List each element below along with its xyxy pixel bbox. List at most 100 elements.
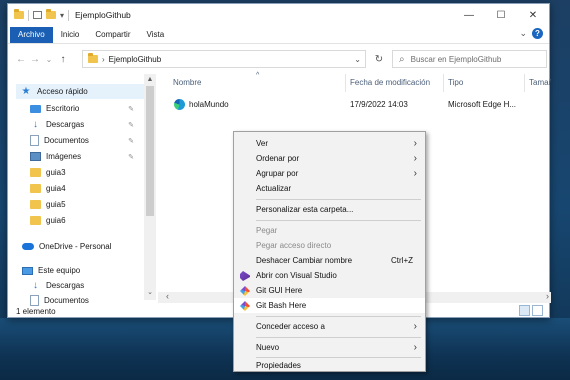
menu-item-pegar: Pegar — [234, 223, 425, 238]
column-divider[interactable] — [345, 74, 346, 92]
back-button[interactable]: ← — [14, 54, 28, 65]
column-header-nombre[interactable]: Nombre — [173, 78, 201, 87]
quick-access-toolbar: ▾ — [8, 9, 70, 21]
tab-archivo[interactable]: Archivo — [10, 26, 53, 43]
nav-item-onedrive[interactable]: OneDrive - Personal — [22, 239, 144, 254]
menu-item-actualizar[interactable]: Actualizar — [234, 181, 425, 196]
refresh-button[interactable]: ↻ — [370, 50, 388, 68]
address-bar[interactable]: › EjemploGithub ⌄ — [82, 50, 366, 68]
chevron-right-icon: › — [413, 168, 417, 179]
menu-item-deshacer[interactable]: Deshacer Cambiar nombre Ctrl+Z — [234, 253, 425, 268]
menu-item-git-bash[interactable]: Git Bash Here — [234, 298, 425, 313]
menu-item-ordenar-por[interactable]: Ordenar por › — [234, 151, 425, 166]
chevron-right-icon: › — [413, 138, 417, 149]
scrollbar-thumb[interactable] — [146, 86, 154, 216]
pc-icon — [22, 266, 33, 275]
properties-icon[interactable] — [33, 11, 42, 19]
nav-item-label: Imágenes — [46, 152, 82, 161]
nav-item-guia6[interactable]: guia6 — [30, 213, 144, 228]
shortcut-label: Ctrl+Z — [391, 256, 413, 265]
git-gui-icon — [240, 286, 250, 296]
navigation-pane: ★ Acceso rápido Escritorio ✎ ↓ Descargas… — [8, 74, 156, 306]
tab-vista[interactable]: Vista — [139, 27, 173, 43]
forward-button[interactable]: → — [28, 54, 42, 65]
nav-item-guia4[interactable]: guia4 — [30, 181, 144, 196]
nav-item-imagenes[interactable]: Imágenes ✎ — [30, 149, 144, 164]
chevron-right-icon[interactable]: › — [102, 55, 105, 64]
nav-item-descargas-pc[interactable]: ↓ Descargas — [30, 278, 144, 293]
separator — [68, 9, 70, 21]
nav-item-este-equipo[interactable]: Este equipo — [22, 263, 144, 278]
download-icon: ↓ — [33, 119, 38, 130]
menu-item-propiedades[interactable]: Propiedades — [234, 358, 425, 373]
search-icon: ⌕ — [399, 53, 405, 65]
table-row[interactable]: holaMundo 17/9/2022 14:03 Microsoft Edge… — [168, 97, 548, 113]
nav-item-label: Descargas — [46, 120, 85, 129]
git-bash-icon — [240, 301, 250, 311]
scroll-left-icon[interactable]: ‹ — [166, 291, 169, 301]
scroll-right-icon[interactable]: › — [546, 291, 549, 301]
details-view-icon[interactable] — [519, 305, 530, 316]
nav-pane-scrollbar[interactable]: ▲ ⌄ — [144, 74, 156, 300]
folder-icon — [30, 168, 41, 177]
new-folder-icon[interactable] — [46, 9, 56, 19]
nav-item-guia5[interactable]: guia5 — [30, 197, 144, 212]
menu-item-label: Git Bash Here — [256, 301, 307, 310]
nav-item-quick-access[interactable]: ★ Acceso rápido — [16, 84, 144, 99]
close-button[interactable]: ✕ — [517, 4, 549, 26]
column-header-tipo[interactable]: Tipo — [448, 78, 463, 87]
menu-item-git-gui[interactable]: Git GUI Here — [234, 283, 425, 298]
maximize-button[interactable]: ☐ — [485, 4, 517, 26]
menu-item-label: Pegar — [256, 226, 278, 235]
expand-ribbon-icon[interactable]: ⌄ — [519, 28, 527, 39]
ribbon-right: ⌄ ? — [519, 28, 543, 39]
folder-icon — [14, 9, 24, 19]
file-name[interactable]: holaMundo — [189, 100, 229, 109]
window-title: EjemploGithub — [75, 10, 131, 20]
search-box[interactable]: ⌕ Buscar en EjemploGithub — [392, 50, 547, 68]
desktop-icon — [30, 104, 41, 113]
folder-icon — [30, 216, 41, 225]
nav-item-guia3[interactable]: guia3 — [30, 165, 144, 180]
minimize-button[interactable]: — — [453, 4, 485, 26]
column-divider[interactable] — [524, 74, 525, 92]
document-icon — [30, 135, 39, 146]
file-modified: 17/9/2022 14:03 — [350, 100, 408, 109]
nav-item-label: Escritorio — [46, 104, 80, 113]
nav-item-label: Documentos — [44, 136, 89, 145]
recent-locations-button[interactable]: ⌄ — [42, 55, 56, 64]
nav-item-label: OneDrive - Personal — [39, 242, 112, 251]
scroll-up-icon[interactable]: ▲ — [144, 76, 156, 83]
scroll-down-icon[interactable]: ⌄ — [144, 288, 156, 296]
navigation-bar: ← → ⌄ ↑ › EjemploGithub ⌄ ↻ ⌕ Buscar en … — [8, 48, 549, 70]
download-icon: ↓ — [33, 280, 38, 291]
menu-item-ver[interactable]: Ver › — [234, 136, 425, 151]
separator — [28, 9, 29, 21]
menu-item-label: Actualizar — [256, 184, 292, 193]
nav-item-escritorio[interactable]: Escritorio ✎ — [30, 101, 144, 116]
menu-item-abrir-visual-studio[interactable]: Abrir con Visual Studio — [234, 268, 425, 283]
menu-item-agrupar-por[interactable]: Agrupar por › — [234, 166, 425, 181]
chevron-right-icon: › — [413, 321, 417, 332]
tab-compartir[interactable]: Compartir — [87, 27, 138, 43]
nav-item-documentos[interactable]: Documentos ✎ — [30, 133, 144, 148]
large-icons-view-icon[interactable] — [532, 305, 543, 316]
column-header-tamano[interactable]: Tamaño — [529, 78, 551, 87]
menu-item-label: Deshacer Cambiar nombre — [256, 256, 353, 265]
menu-separator — [256, 199, 421, 200]
folder-icon — [88, 53, 98, 63]
menu-item-personalizar[interactable]: Personalizar esta carpeta... — [234, 202, 425, 217]
help-icon[interactable]: ? — [532, 28, 543, 39]
menu-separator — [256, 220, 421, 221]
menu-item-conceder-acceso[interactable]: Conceder acceso a › — [234, 319, 425, 334]
column-header-fecha[interactable]: Fecha de modificación — [350, 78, 430, 87]
folder-icon — [30, 184, 41, 193]
nav-item-descargas[interactable]: ↓ Descargas ✎ — [30, 117, 144, 132]
menu-item-nuevo[interactable]: Nuevo › — [234, 340, 425, 355]
address-path[interactable]: EjemploGithub — [109, 55, 161, 64]
address-dropdown-icon[interactable]: ⌄ — [354, 55, 361, 64]
column-divider[interactable] — [443, 74, 444, 92]
customize-toolbar-icon[interactable]: ▾ — [60, 11, 64, 20]
up-button[interactable]: ↑ — [56, 54, 70, 65]
tab-inicio[interactable]: Inicio — [53, 27, 88, 43]
